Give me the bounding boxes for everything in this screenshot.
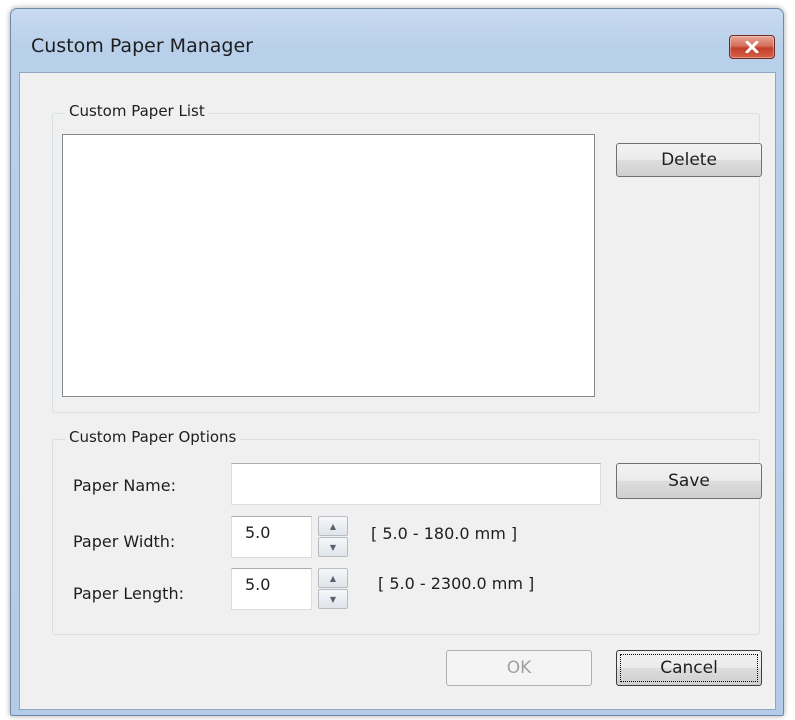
cancel-button[interactable]: Cancel: [616, 650, 762, 686]
paper-length-label: Paper Length:: [73, 584, 184, 603]
custom-paper-options-label: Custom Paper Options: [65, 428, 241, 446]
arrow-up-icon: ▲: [329, 521, 337, 531]
dialog-client-area: Custom Paper List Delete Custom Paper Op…: [19, 72, 776, 710]
paper-length-spinner: ▲ ▼: [318, 568, 348, 610]
paper-width-input[interactable]: 5.0: [231, 516, 312, 558]
paper-width-range: [ 5.0 - 180.0 mm ]: [371, 524, 518, 543]
dialog-window: Custom Paper Manager Custom Paper List D…: [10, 8, 784, 716]
close-x-icon: [745, 41, 759, 53]
arrow-down-icon: ▼: [329, 594, 337, 604]
arrow-up-icon: ▲: [329, 573, 337, 583]
ok-button[interactable]: OK: [446, 650, 592, 686]
paper-name-input[interactable]: [231, 463, 601, 505]
focus-rectangle: [620, 654, 758, 682]
custom-paper-list-label: Custom Paper List: [65, 102, 209, 120]
delete-button[interactable]: Delete: [616, 143, 762, 177]
window-title: Custom Paper Manager: [31, 35, 253, 57]
paper-width-down-button[interactable]: ▼: [318, 537, 348, 557]
paper-length-input[interactable]: 5.0: [231, 568, 312, 610]
paper-length-up-button[interactable]: ▲: [318, 568, 348, 588]
arrow-down-icon: ▼: [329, 542, 337, 552]
custom-paper-listbox[interactable]: [62, 134, 595, 397]
paper-width-up-button[interactable]: ▲: [318, 516, 348, 536]
paper-width-label: Paper Width:: [73, 532, 176, 551]
paper-width-spinner: ▲ ▼: [318, 516, 348, 558]
paper-length-range: [ 5.0 - 2300.0 mm ]: [378, 574, 535, 593]
save-button[interactable]: Save: [616, 463, 762, 499]
paper-name-label: Paper Name:: [73, 476, 176, 495]
close-button[interactable]: [729, 35, 775, 59]
title-bar[interactable]: Custom Paper Manager: [11, 9, 783, 69]
paper-length-down-button[interactable]: ▼: [318, 589, 348, 609]
